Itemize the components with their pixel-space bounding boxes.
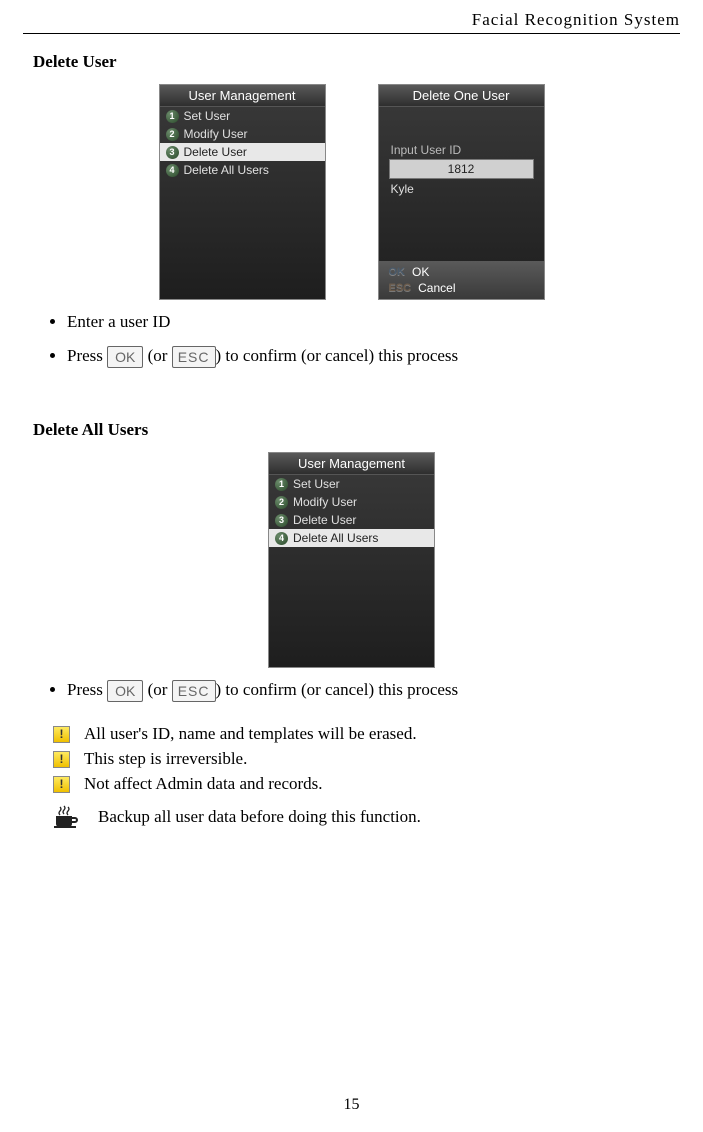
screen-title: User Management: [160, 85, 325, 107]
instructions-list-2: Press OK (or ESC) to confirm (or cancel)…: [45, 678, 680, 702]
tip-text: Backup all user data before doing this f…: [98, 807, 421, 827]
warning-note: ! Not affect Admin data and records.: [53, 774, 680, 794]
instruction-text: Press: [67, 680, 107, 699]
esc-button-icon: ESC: [172, 680, 216, 702]
ok-button-icon: OK: [107, 680, 143, 702]
menu-number-icon: 3: [166, 146, 179, 159]
screenshots-row-1: User Management 1 Set User 2 Modify User 3…: [23, 84, 680, 300]
ok-action-label: OK: [412, 265, 429, 279]
menu-item-label: Delete User: [184, 145, 247, 159]
menu-number-icon: 1: [275, 478, 288, 491]
instruction-text: ) to confirm (or cancel) this process: [216, 346, 459, 365]
menu-item-label: Delete User: [293, 513, 356, 527]
esc-button-icon: ESC: [172, 346, 216, 368]
menu-list: 1 Set User 2 Modify User 3 Delete User 4 Del…: [269, 475, 434, 547]
menu-number-icon: 2: [166, 128, 179, 141]
menu-item-delete-user[interactable]: 3 Delete User: [160, 143, 325, 161]
screen-user-management: User Management 1 Set User 2 Modify User 3…: [159, 84, 326, 300]
warning-icon: !: [53, 776, 70, 793]
warning-text: Not affect Admin data and records.: [84, 774, 323, 794]
instruction-item: Press OK (or ESC) to confirm (or cancel)…: [67, 344, 680, 368]
instruction-item: Enter a user ID: [67, 310, 680, 334]
menu-item-label: Modify User: [184, 127, 248, 141]
instruction-text: (or: [148, 680, 172, 699]
instructions-list-1: Enter a user ID Press OK (or ESC) to con…: [45, 310, 680, 368]
menu-item-modify-user[interactable]: 2 Modify User: [160, 125, 325, 143]
screenshots-row-2: User Management 1 Set User 2 Modify User 3…: [23, 452, 680, 668]
esc-action-row[interactable]: ESC Cancel: [389, 280, 534, 296]
menu-item-label: Set User: [184, 109, 231, 123]
warning-note: ! This step is irreversible.: [53, 749, 680, 769]
menu-item-modify-user[interactable]: 2 Modify User: [269, 493, 434, 511]
ok-button-icon: OK: [107, 346, 143, 368]
screen-title: User Management: [269, 453, 434, 475]
menu-item-label: Delete All Users: [293, 531, 378, 545]
warning-note: ! All user's ID, name and templates will…: [53, 724, 680, 744]
menu-item-set-user[interactable]: 1 Set User: [160, 107, 325, 125]
menu-item-set-user[interactable]: 1 Set User: [269, 475, 434, 493]
screen-delete-one-user: Delete One User Input User ID 1812 Kyle …: [378, 84, 545, 300]
menu-item-delete-user[interactable]: 3 Delete User: [269, 511, 434, 529]
instruction-item: Press OK (or ESC) to confirm (or cancel)…: [67, 678, 680, 702]
user-id-input[interactable]: 1812: [389, 159, 534, 179]
esc-action-label: Cancel: [418, 281, 455, 295]
menu-item-delete-all-users[interactable]: 4 Delete All Users: [160, 161, 325, 179]
document-header: Facial Recognition System: [23, 10, 680, 34]
instruction-text: ) to confirm (or cancel) this process: [216, 680, 459, 699]
input-label: Input User ID: [379, 137, 544, 159]
screen-title: Delete One User: [379, 85, 544, 107]
menu-number-icon: 2: [275, 496, 288, 509]
tip-note: Backup all user data before doing this f…: [53, 804, 680, 830]
menu-item-label: Modify User: [293, 495, 357, 509]
warning-icon: !: [53, 751, 70, 768]
menu-item-delete-all-users[interactable]: 4 Delete All Users: [269, 529, 434, 547]
warning-text: All user's ID, name and templates will b…: [84, 724, 417, 744]
menu-item-label: Delete All Users: [184, 163, 269, 177]
menu-item-label: Set User: [293, 477, 340, 491]
menu-number-icon: 1: [166, 110, 179, 123]
screen-footer: OK OK ESC Cancel: [379, 261, 544, 299]
section-title-delete-user: Delete User: [33, 52, 680, 72]
menu-number-icon: 3: [275, 514, 288, 527]
menu-list: 1 Set User 2 Modify User 3 Delete User 4 Del…: [160, 107, 325, 179]
warning-text: This step is irreversible.: [84, 749, 247, 769]
ok-key-icon: OK: [389, 266, 406, 278]
section-title-delete-all-users: Delete All Users: [33, 420, 680, 440]
warning-icon: !: [53, 726, 70, 743]
instruction-text: (or: [148, 346, 172, 365]
user-name-display: Kyle: [379, 179, 544, 199]
screen-user-management-2: User Management 1 Set User 2 Modify User 3…: [268, 452, 435, 668]
menu-number-icon: 4: [275, 532, 288, 545]
instruction-text: Press: [67, 346, 107, 365]
ok-action-row[interactable]: OK OK: [389, 264, 534, 280]
menu-number-icon: 4: [166, 164, 179, 177]
esc-key-icon: ESC: [389, 282, 412, 294]
coffee-icon: [53, 804, 79, 830]
warning-notes: ! All user's ID, name and templates will…: [53, 724, 680, 830]
page-number: 15: [0, 1096, 703, 1114]
